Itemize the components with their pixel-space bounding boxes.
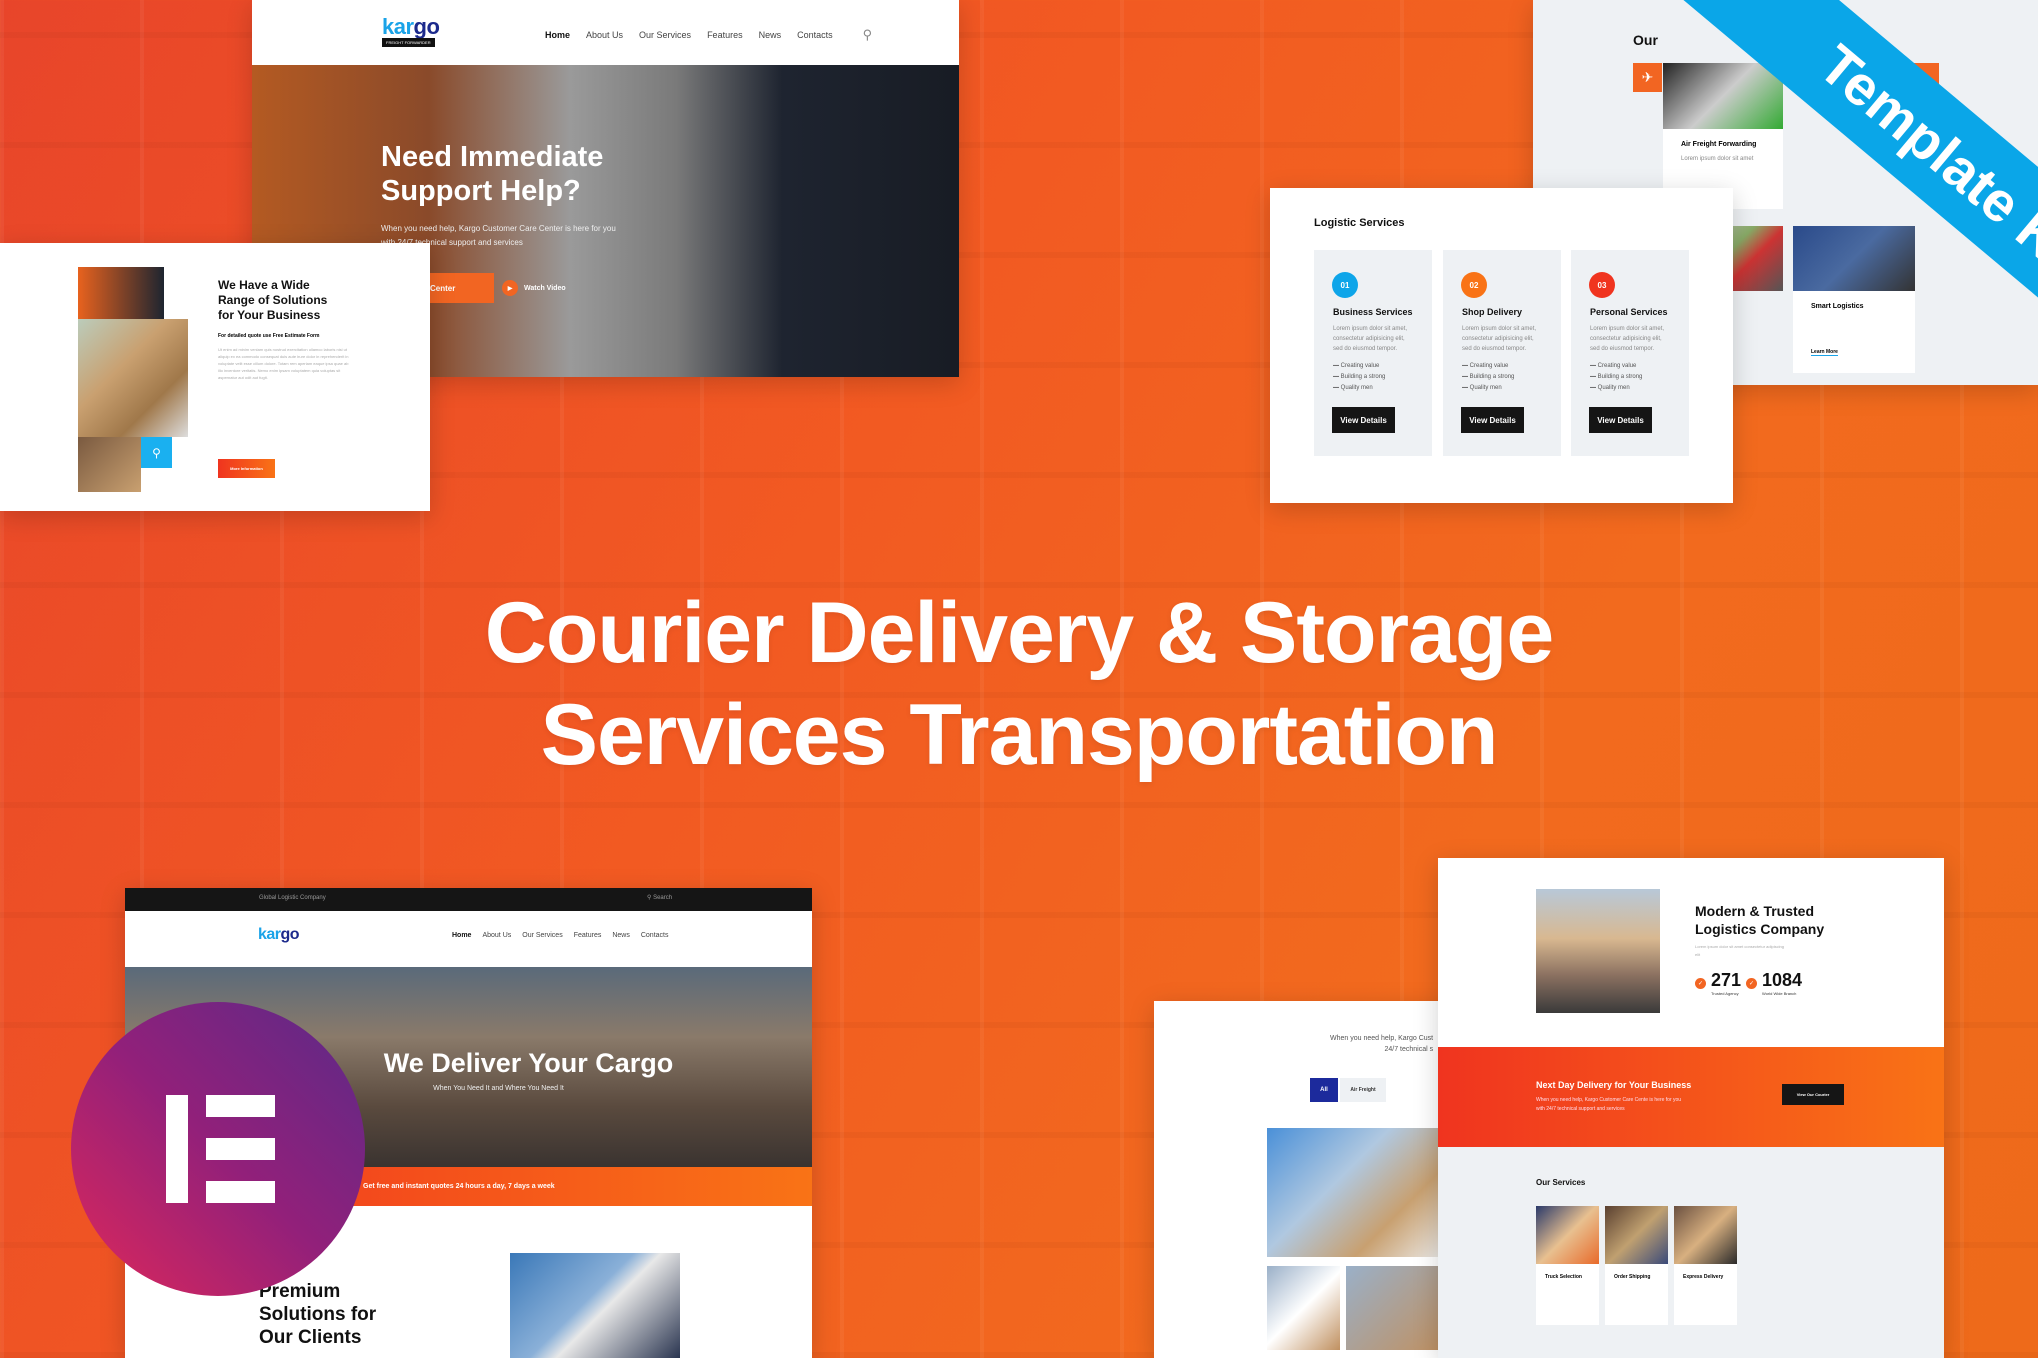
solutions-body: Ut enim ad minim veniam quis nostrud exe…: [218, 347, 349, 380]
workers-photo: [510, 1253, 680, 1358]
nav-services[interactable]: Our Services: [522, 932, 562, 939]
service-card: Smart Logistics Learn More: [1793, 291, 1915, 373]
check-icon: ✓: [1746, 977, 1757, 989]
view-details-button[interactable]: View Details: [1332, 407, 1395, 433]
card-title: Shop Delivery: [1462, 307, 1523, 317]
view-details-button[interactable]: View Details: [1589, 407, 1652, 433]
package-icon: ⚲: [141, 437, 172, 468]
solutions-title: We Have a Wide Range of Solutions for Your…: [218, 278, 328, 322]
stat-world-wide-branch: ✓ 1084 World Wide Branch: [1746, 970, 1802, 996]
logo[interactable]: kargo: [382, 14, 440, 40]
search-link[interactable]: ⚲ Search: [647, 894, 672, 901]
elementor-bar: [206, 1095, 275, 1117]
view-courier-button[interactable]: View Our Courier: [1782, 1084, 1844, 1105]
hero-title: Need Immediate Support Help?: [381, 141, 604, 207]
nav-services[interactable]: Our Services: [639, 30, 691, 40]
feature-list: Creating valueBuilding a strongQuality m…: [1333, 361, 1386, 394]
search-icon[interactable]: ⚲: [863, 27, 873, 43]
courier-photo: [1267, 1128, 1447, 1257]
watch-video-button[interactable]: ▶ Watch Video: [502, 280, 566, 296]
cargo-plane-photo: [1536, 889, 1660, 1013]
main-nav: Home About Us Our Services Features News…: [545, 27, 872, 43]
site-header: kargo FREIGHT FORWARDER Home About Us Ou…: [252, 0, 959, 65]
elementor-bar: [166, 1095, 188, 1203]
section-title: Logistic Services: [1314, 217, 1405, 229]
section-title: Our: [1633, 32, 1658, 48]
gallery-preview: When you need help, Kargo Cust 24/7 techn…: [1154, 1001, 1454, 1358]
service-card-business: 01 Business Services Lorem ipsum dolor s…: [1314, 250, 1432, 456]
care-center-button[interactable]: Center: [422, 273, 494, 303]
card-title: Business Services: [1333, 307, 1413, 317]
logo[interactable]: kargo: [258, 926, 300, 944]
nav-about[interactable]: About Us: [482, 932, 511, 939]
section-title: Our Services: [1536, 1178, 1586, 1187]
card-text: Lorem ipsum dolor sit amet, consectetur …: [1462, 326, 1537, 352]
nav-news[interactable]: News: [612, 932, 630, 939]
nav-about[interactable]: About Us: [586, 30, 623, 40]
solutions-preview: ⚲ We Have a Wide Range of Solutions for Yo…: [0, 243, 430, 511]
nav-contacts[interactable]: Contacts: [797, 30, 833, 40]
gallery-intro: When you need help, Kargo Cust 24/7 techn…: [1330, 1035, 1434, 1053]
step-number: 01: [1332, 272, 1358, 298]
nav-news[interactable]: News: [759, 30, 782, 40]
logo-tagline: FREIGHT FORWARDER: [382, 38, 435, 47]
company-preview: Modern & Trusted Logistics Company Lorem …: [1438, 858, 1944, 1358]
stat-trusted-agency: ✓ 271 Trusted Agency: [1695, 970, 1741, 996]
learn-more-link[interactable]: Learn More: [1811, 349, 1838, 356]
nav-home[interactable]: Home: [545, 30, 570, 40]
nav-features[interactable]: Features: [574, 932, 602, 939]
plane-icon: ✈: [1633, 63, 1662, 92]
filter-tab-air-freight[interactable]: Air Freight: [1340, 1078, 1386, 1102]
premium-title: Premium Solutions for Our Clients: [259, 1281, 377, 1348]
next-day-banner: Next Day Delivery for Your Business When…: [1438, 1047, 1944, 1147]
nav-contacts[interactable]: Contacts: [641, 932, 669, 939]
service-card-shop: 02 Shop Delivery Lorem ipsum dolor sit a…: [1443, 250, 1561, 456]
packing-photo: [1267, 1266, 1340, 1350]
photo-box: [78, 319, 188, 437]
feature-list: Creating valueBuilding a strongQuality m…: [1462, 361, 1515, 394]
nav-home[interactable]: Home: [452, 932, 471, 939]
ship-photo: [1663, 63, 1783, 129]
main-nav: Home About Us Our Services Features News…: [452, 932, 668, 939]
photo-packing: [78, 437, 141, 492]
view-details-button[interactable]: View Details: [1461, 407, 1524, 433]
elementor-bar: [206, 1181, 275, 1203]
card-text: Lorem ipsum dolor sit amet, consectetur …: [1590, 326, 1665, 352]
card-text: Lorem ipsum dolor sit amet, consectetur …: [1333, 326, 1408, 352]
containers-photo: [1793, 226, 1915, 291]
service-card-order: Order Shipping: [1605, 1206, 1668, 1325]
service-card-personal: 03 Personal Services Lorem ipsum dolor s…: [1571, 250, 1689, 456]
step-number: 03: [1589, 272, 1615, 298]
top-bar: Global Logistic Company ⚲ Search: [125, 888, 812, 911]
nav-features[interactable]: Features: [707, 30, 743, 40]
elementor-bar: [206, 1138, 275, 1160]
service-card-express: Express Delivery: [1674, 1206, 1737, 1325]
photo-courier: [78, 267, 164, 319]
card-title: Personal Services: [1590, 307, 1668, 317]
check-icon: ✓: [1695, 977, 1706, 989]
headline-line-2: Services Transportation: [540, 687, 1499, 783]
elementor-logo: [71, 1002, 365, 1296]
service-card-truck: Truck Selection: [1536, 1206, 1599, 1325]
feature-list: Creating valueBuilding a strongQuality m…: [1590, 361, 1643, 394]
logistic-services-preview: Logistic Services 01 Business Services L…: [1270, 188, 1733, 503]
headline-line-1: Courier Delivery & Storage: [484, 585, 1554, 681]
more-information-button[interactable]: More Information: [218, 459, 275, 478]
solutions-subtitle: For detailed quote use Free Estimate For…: [218, 333, 320, 339]
packing-photo: [1346, 1266, 1446, 1350]
play-icon: ▶: [502, 280, 518, 296]
company-title: Modern & Trusted Logistics Company: [1695, 903, 1825, 937]
step-number: 02: [1461, 272, 1487, 298]
filter-tab-all[interactable]: All: [1310, 1078, 1338, 1102]
